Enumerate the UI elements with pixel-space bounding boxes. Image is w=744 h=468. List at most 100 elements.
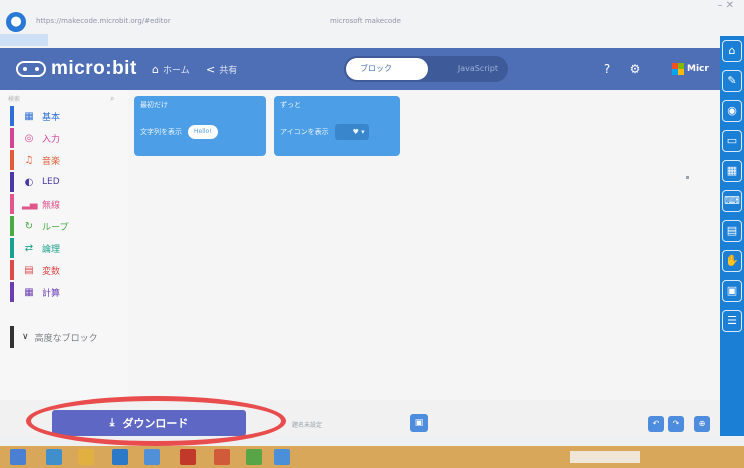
undo-button[interactable]: ↶ (648, 416, 664, 432)
category-color-bar (10, 106, 14, 126)
app2-icon[interactable] (214, 449, 230, 465)
project-name-input[interactable]: 題名未設定 (292, 420, 322, 429)
category-label: ループ (42, 222, 69, 233)
home-label: ホーム (162, 65, 190, 76)
help-icon[interactable]: ? (598, 60, 616, 78)
chevron-down-icon: ∨ (22, 332, 29, 342)
toolbar-doc-icon[interactable]: ▤ (722, 220, 742, 242)
window-controls[interactable]: – ✕ (717, 0, 734, 11)
right-toolbar: ⌂ ✎ ◉ ▭ ▦ ⌨ ▤ ✋ ▣ ☰ (720, 36, 744, 436)
category-label: LED (42, 177, 60, 187)
category-led[interactable]: ◐ LED (10, 172, 60, 192)
redo-button[interactable]: ↷ (668, 416, 684, 432)
start-icon[interactable] (10, 449, 26, 465)
os-taskbar (0, 446, 744, 468)
block-header: 最初だけ (140, 101, 168, 109)
led-icon: ◐ (24, 176, 34, 188)
category-color-bar (10, 216, 14, 236)
address-bar[interactable]: https://makecode.microbit.org/#editor (36, 14, 216, 28)
blocks-toggle-label: ブロック (360, 64, 392, 73)
toolbox-search-input[interactable]: 検索 (8, 94, 120, 106)
app3-icon[interactable] (246, 449, 262, 465)
microsoft-logo-icon (672, 63, 684, 75)
toolbar-grid-icon[interactable]: ▦ (722, 160, 742, 182)
toolbar-edit-icon[interactable]: ✎ (722, 70, 742, 92)
category-math[interactable]: ▦ 計算 (10, 282, 60, 302)
category-loops[interactable]: ↻ ループ (10, 216, 68, 236)
undo-icon: ↶ (652, 419, 660, 428)
show-string-block[interactable]: 文字列を表示 Hello! (140, 122, 218, 142)
category-color-bar (10, 260, 14, 280)
on-start-block[interactable]: 最初だけ 文字列を表示 Hello! (134, 96, 266, 156)
string-input[interactable]: Hello! (188, 125, 218, 139)
share-label: 共有 (219, 65, 238, 76)
toolbar-camera-icon[interactable]: ◉ (722, 100, 742, 122)
icon-dropdown[interactable]: ♥ ▾ (334, 124, 369, 140)
browser-tab[interactable] (0, 34, 48, 46)
home-button[interactable]: ⌂ ホーム (152, 60, 190, 78)
toolbar-home-icon[interactable]: ⌂ (722, 40, 742, 62)
toolbar-screen-icon[interactable]: ▭ (722, 130, 742, 152)
toolbar-list-icon[interactable]: ☰ (722, 310, 742, 332)
ie-icon[interactable] (46, 449, 62, 465)
show-icon-block[interactable]: アイコンを表示 ♥ ▾ (280, 122, 369, 142)
category-color-bar (10, 128, 14, 148)
powerpoint-icon[interactable] (180, 449, 196, 465)
category-input[interactable]: ◎ 入力 (10, 128, 60, 148)
loop-icon: ↻ (24, 220, 34, 232)
address-bar-right: microsoft makecode (330, 17, 401, 25)
heart-icon: ♥ (352, 128, 359, 136)
category-label: 論理 (42, 244, 61, 255)
category-basic[interactable]: ▦ 基本 (10, 106, 60, 126)
blocks-toggle[interactable]: ブロック (346, 58, 428, 80)
app-icon[interactable] (144, 449, 160, 465)
grid-icon: ▦ (24, 110, 34, 122)
save-icon: ▣ (414, 418, 424, 428)
word-icon[interactable] (112, 449, 128, 465)
category-label: 変数 (42, 266, 61, 277)
category-color-bar (10, 238, 14, 258)
editor-header: micro:bit ⌂ ホーム < 共有 ブロック JavaScript ? ⚙… (0, 48, 720, 90)
blocks-workspace[interactable]: 最初だけ 文字列を表示 Hello! ずっと アイコンを表示 ♥ ▾ (128, 90, 720, 400)
ms-square-yellow (678, 69, 684, 75)
forever-block[interactable]: ずっと アイコンを表示 ♥ ▾ (274, 96, 400, 156)
advanced-blocks-toggle[interactable]: ∨ 高度なブロック (10, 326, 98, 348)
javascript-toggle[interactable]: JavaScript (458, 56, 498, 82)
redo-icon: ↷ (672, 419, 680, 428)
gear-icon[interactable]: ⚙ (626, 60, 644, 78)
toolbar-apps-icon[interactable]: ▣ (722, 280, 742, 302)
folder-icon[interactable] (78, 449, 94, 465)
logic-icon: ⇄ (24, 242, 34, 254)
category-color-bar (10, 194, 14, 214)
browser-logo-icon[interactable]: ● (6, 12, 26, 32)
toolbar-keyboard-icon[interactable]: ⌨ (722, 190, 742, 212)
microsoft-badge[interactable]: Micr (672, 58, 720, 80)
microbit-logo-icon (16, 61, 46, 77)
bars-icon: ▂▄ (22, 198, 38, 210)
share-button[interactable]: < 共有 (206, 60, 237, 78)
category-logic[interactable]: ⇄ 論理 (10, 238, 60, 258)
system-tray[interactable] (570, 451, 640, 463)
category-radio[interactable]: ▂▄ 無線 (10, 194, 60, 214)
advanced-label: 高度なブロック (34, 333, 98, 344)
category-label: 無線 (42, 200, 61, 211)
show-string-label: 文字列を表示 (140, 128, 182, 136)
save-button[interactable]: ▣ (410, 414, 428, 432)
browser-bar: ● https://makecode.microbit.org/#editor … (0, 0, 744, 48)
block-header: ずっと (280, 101, 301, 109)
category-label: 計算 (42, 288, 61, 299)
headphone-icon: ♫ (24, 154, 34, 166)
input-icon: ◎ (24, 132, 34, 144)
block-toolbox: 検索 ⌕ ▦ 基本 ◎ 入力 ♫ 音楽 ◐ LED ▂▄ 無線 ↻ ループ ⇄ … (0, 90, 128, 400)
category-color-bar (10, 150, 14, 170)
category-color-bar (10, 282, 14, 302)
search-icon[interactable]: ⌕ (110, 94, 114, 104)
app4-icon[interactable] (274, 449, 290, 465)
zoom-button[interactable]: ⊕ (694, 416, 710, 432)
category-color-bar (10, 172, 14, 192)
category-variables[interactable]: ▤ 変数 (10, 260, 60, 280)
category-music[interactable]: ♫ 音楽 (10, 150, 60, 170)
microbit-logo[interactable]: micro:bit (16, 56, 137, 82)
workspace-dot (686, 176, 689, 179)
toolbar-hand-icon[interactable]: ✋ (722, 250, 742, 272)
